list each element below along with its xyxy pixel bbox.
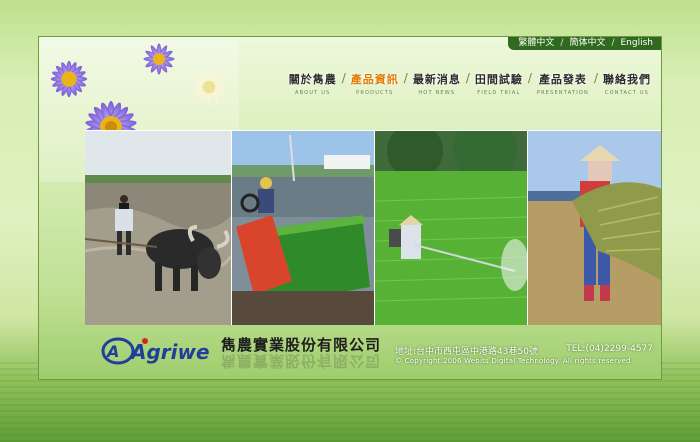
- nav-label: 產品發表: [538, 73, 587, 86]
- nav-about-us[interactable]: 關於雋農 ABOUT US: [285, 71, 341, 96]
- address: 地址:台中市西屯區中港路43巷50號: [395, 347, 538, 357]
- nav-sublabel: FIELD TRIAL: [477, 90, 521, 96]
- nav-sublabel: HOT NEWS: [418, 90, 456, 96]
- nav-sublabel: ABOUT US: [295, 90, 331, 96]
- lang-simplified-chinese[interactable]: 簡体中文: [569, 37, 605, 50]
- nav-label: 田間試驗: [474, 73, 523, 86]
- lang-separator: /: [611, 38, 615, 48]
- lang-english[interactable]: English: [621, 37, 654, 50]
- photo-rice-transplanter: [232, 131, 375, 325]
- photo-strip: [85, 130, 661, 325]
- photo-water-buffalo: [85, 131, 232, 325]
- telephone: TEL:(04)2299-4577: [566, 344, 653, 354]
- nav-presentation[interactable]: 產品發表 PRESENTATION: [533, 71, 593, 96]
- lang-separator: /: [560, 38, 564, 48]
- lang-traditional-chinese[interactable]: 繁體中文: [518, 37, 554, 50]
- main-frame: 繁體中文 / 簡体中文 / English 關於雋農 ABOUT US / 產品…: [38, 36, 662, 380]
- footer: A Agriwell 雋農實業股份有限公司 雋農實業股份有限公司 地址:台中市西…: [39, 324, 661, 379]
- nav-label: 最新消息: [412, 73, 461, 86]
- company-name-reflection: 雋農實業股份有限公司: [221, 352, 382, 370]
- svg-text:Agriwell: Agriwell: [129, 340, 209, 364]
- main-nav: 關於雋農 ABOUT US / 產品資訊 PRODUCTS / 最新消息 HOT…: [285, 71, 655, 96]
- nav-field-trial[interactable]: 田間試驗 FIELD TRIAL: [471, 71, 527, 96]
- nav-products[interactable]: 產品資訊 PRODUCTS: [347, 71, 403, 96]
- agriwell-logo[interactable]: A Agriwell: [101, 333, 209, 367]
- nav-label: 產品資訊: [350, 73, 399, 86]
- language-switcher: 繁體中文 / 簡体中文 / English: [508, 37, 661, 50]
- nav-sublabel: PRODUCTS: [356, 90, 394, 96]
- nav-label: 聯絡我們: [603, 73, 651, 86]
- nav-sublabel: CONTACT US: [604, 90, 650, 96]
- svg-text:A: A: [105, 342, 119, 361]
- nav-sublabel: PRESENTATION: [536, 90, 589, 96]
- nav-contact-us[interactable]: 聯絡我們 CONTACT US: [599, 71, 655, 96]
- photo-spraying-field: [375, 131, 528, 325]
- photo-carrying-rice: [528, 131, 661, 325]
- nav-label: 關於雋農: [288, 73, 337, 86]
- nav-hot-news[interactable]: 最新消息 HOT NEWS: [409, 71, 465, 96]
- copyright: © Copyright 2006 Webits Digital Technolo…: [395, 357, 631, 365]
